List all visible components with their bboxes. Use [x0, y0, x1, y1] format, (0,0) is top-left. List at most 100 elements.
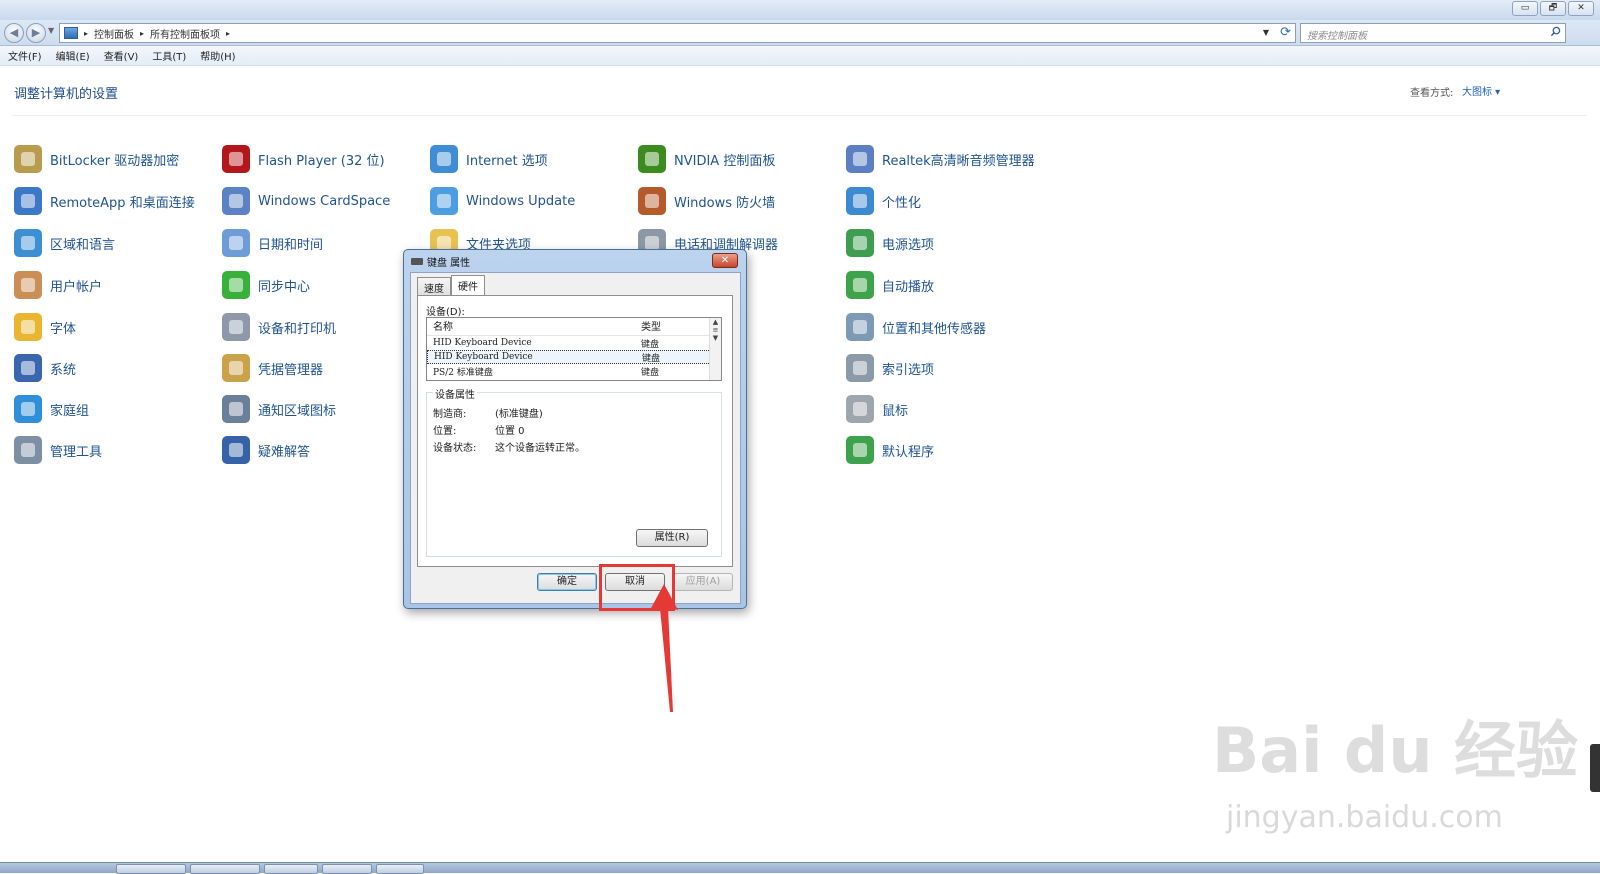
column-type[interactable]: 类型	[635, 318, 661, 335]
properties-button[interactable]: 属性(R)	[636, 529, 708, 547]
cp-item-label: 通知区域图标	[258, 403, 337, 419]
dialog-title: 键盘 属性	[411, 254, 470, 269]
dialog-close-button[interactable]: ✕	[712, 253, 738, 268]
cp-item[interactable]: Realtek高清晰音频管理器	[846, 144, 1035, 174]
view-by-dropdown[interactable]: 大图标 ▾	[1462, 83, 1500, 98]
tab-speed[interactable]: 速度	[417, 277, 451, 295]
cp-item-label: 用户帐户	[50, 279, 103, 295]
sync-icon	[222, 271, 250, 299]
cp-item[interactable]: Flash Player (32 位)	[222, 144, 385, 174]
cp-item[interactable]: BitLocker 驱动器加密	[14, 144, 179, 174]
power-icon	[846, 229, 874, 257]
search-input[interactable]: 搜索控制面板	[1300, 23, 1566, 43]
cp-item[interactable]: NVIDIA 控制面板	[638, 144, 775, 174]
tab-hardware[interactable]: 硬件	[451, 275, 485, 295]
globe-clock-icon	[14, 229, 42, 257]
breadcrumb-all-items[interactable]: 所有控制面板项	[150, 26, 220, 41]
cp-item[interactable]: Windows 防火墙	[638, 186, 775, 216]
cp-item[interactable]: 通知区域图标	[222, 394, 336, 424]
cp-item[interactable]: 系统	[14, 353, 76, 383]
group-label: 设备属性	[433, 386, 477, 401]
refresh-icon[interactable]: ⟳	[1280, 25, 1291, 40]
cp-item[interactable]: 个性化	[846, 186, 921, 216]
cp-item[interactable]: Internet 选项	[430, 144, 548, 174]
divider	[12, 115, 1587, 116]
cp-item[interactable]: Windows Update	[430, 186, 575, 216]
history-dropdown-icon[interactable]: ▼	[48, 26, 54, 35]
side-panel-handle[interactable]	[1590, 744, 1600, 792]
device-name: HID Keyboard Device	[434, 352, 533, 362]
mouse-icon	[846, 395, 874, 423]
device-row-selected[interactable]: HID Keyboard Device 键盘	[427, 350, 721, 364]
cp-item[interactable]: 同步中心	[222, 270, 310, 300]
cp-item[interactable]: 设备和打印机	[222, 312, 336, 342]
chevron-right-icon[interactable]: ▸	[84, 29, 88, 38]
address-dropdown-icon[interactable]: ▼	[1263, 28, 1269, 37]
bitlocker-key-icon	[14, 145, 42, 173]
view-by-label: 查看方式:	[1410, 88, 1454, 99]
cp-item[interactable]: 区域和语言	[14, 228, 115, 258]
cp-item-label: 字体	[50, 321, 77, 337]
restore-button[interactable]: 🗗	[1540, 1, 1566, 16]
cp-item[interactable]: 用户帐户	[14, 270, 102, 300]
cp-item-label: 家庭组	[50, 403, 90, 419]
column-name[interactable]: 名称	[427, 318, 635, 335]
back-arrow-icon[interactable]: ◀	[4, 23, 24, 43]
ok-button[interactable]: 确定	[537, 573, 597, 591]
cp-item-label: Windows Update	[466, 193, 576, 209]
breadcrumb-control-panel[interactable]: 控制面板	[94, 26, 134, 41]
menu-tools[interactable]: 工具(T)	[152, 48, 186, 63]
close-button[interactable]: ✕	[1568, 1, 1594, 16]
cp-item[interactable]: RemoteApp 和桌面连接	[14, 186, 195, 216]
device-row[interactable]: HID Keyboard Device 键盘	[427, 336, 721, 350]
chevron-right-icon[interactable]: ▸	[140, 29, 144, 38]
firewall-icon	[638, 187, 666, 215]
device-row[interactable]: PS/2 标准键盘 键盘	[427, 364, 721, 378]
cp-item[interactable]: 位置和其他传感器	[846, 312, 986, 342]
realtek-audio-icon	[846, 145, 874, 173]
cp-item-label: 索引选项	[882, 362, 935, 378]
cp-item[interactable]: 鼠标	[846, 394, 908, 424]
troubleshoot-icon	[222, 436, 250, 464]
keyboard-properties-dialog: 键盘 属性 ✕ 速度 硬件 设备(D): 名称 类型 HID Keyboard …	[403, 249, 747, 609]
cp-item[interactable]: 疑难解答	[222, 435, 310, 465]
prop-key: 设备状态:	[433, 443, 477, 454]
menu-help[interactable]: 帮助(H)	[200, 48, 235, 63]
cp-item[interactable]: 凭据管理器	[222, 353, 323, 383]
cp-item[interactable]: 自动播放	[846, 270, 934, 300]
device-name: PS/2 标准键盘	[433, 367, 493, 378]
nvidia-icon	[638, 145, 666, 173]
cp-item[interactable]: Windows CardSpace	[222, 186, 390, 216]
cp-item[interactable]: 字体	[14, 312, 76, 342]
cp-item[interactable]: 索引选项	[846, 353, 934, 383]
search-icon[interactable]	[1550, 26, 1561, 37]
minimize-button[interactable]: ▭	[1512, 1, 1538, 16]
device-list-scrollbar[interactable]: ▲ ≡ ▼	[709, 318, 721, 380]
cp-item[interactable]: 日期和时间	[222, 228, 323, 258]
dialog-body: 速度 硬件 设备(D): 名称 类型 HID Keyboard Device 键…	[410, 272, 741, 604]
cp-item[interactable]: 默认程序	[846, 435, 934, 465]
autoplay-icon	[846, 271, 874, 299]
homegroup-icon	[14, 395, 42, 423]
menu-file[interactable]: 文件(F)	[8, 48, 42, 63]
fonts-folder-icon	[14, 313, 42, 341]
prop-value: (标准键盘)	[495, 409, 543, 420]
menu-view[interactable]: 查看(V)	[104, 48, 139, 63]
cp-item[interactable]: 电源选项	[846, 228, 934, 258]
keyboard-icon	[411, 258, 423, 265]
device-type: 键盘	[642, 353, 661, 364]
cp-item-label: 设备和打印机	[258, 321, 337, 337]
cp-item-label: Internet 选项	[466, 153, 548, 169]
menu-edit[interactable]: 编辑(E)	[56, 48, 90, 63]
forward-arrow-icon[interactable]: ▶	[26, 23, 46, 43]
chevron-right-icon[interactable]: ▸	[226, 29, 230, 38]
printer-icon	[222, 313, 250, 341]
address-input[interactable]: ▸ 控制面板 ▸ 所有控制面板项 ▸ ▼ ⟳	[59, 23, 1296, 43]
cp-item-label: RemoteApp 和桌面连接	[50, 195, 195, 211]
cp-item[interactable]: 家庭组	[14, 394, 89, 424]
device-list[interactable]: 名称 类型 HID Keyboard Device 键盘 HID Keyboar…	[426, 317, 722, 381]
cp-item[interactable]: 管理工具	[14, 435, 102, 465]
cp-item-label: 同步中心	[258, 279, 311, 295]
device-properties-group: 设备属性 制造商: (标准键盘) 位置: 位置 0 设备状态: 这个设备运转正常…	[426, 386, 722, 557]
watermark-url: jingyan.baidu.com	[1226, 800, 1503, 835]
